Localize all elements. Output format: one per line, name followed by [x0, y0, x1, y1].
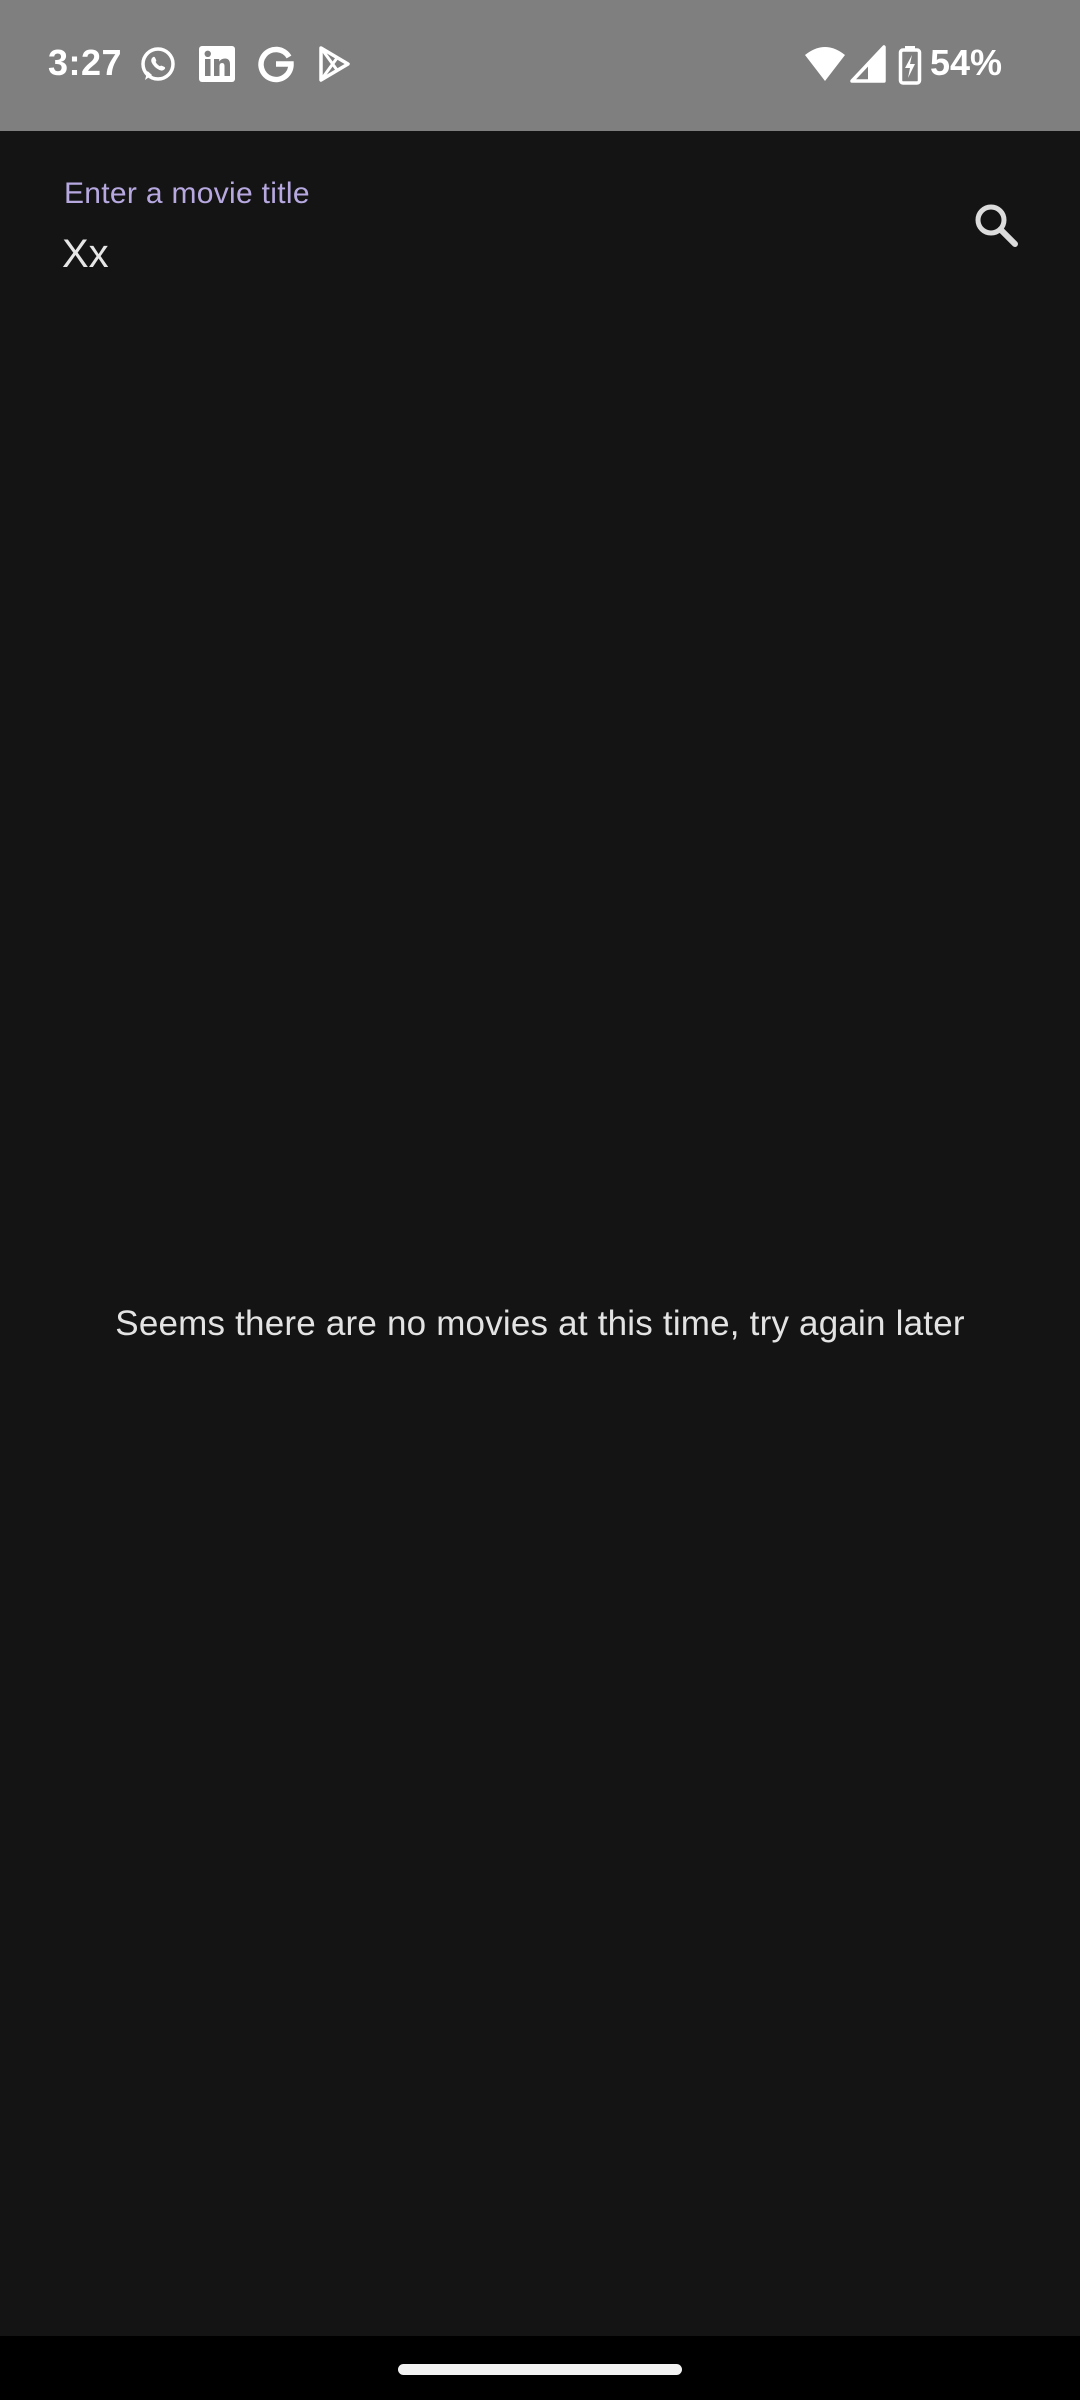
app-screen: 3:27 54% Enter a movie title Xx Seems th…: [0, 0, 1080, 2400]
google-icon: [256, 44, 296, 84]
search-button[interactable]: [956, 187, 1036, 267]
cell-signal-icon: [850, 45, 886, 88]
navigation-bar: [0, 2336, 1080, 2400]
search-bar: Enter a movie title: [0, 131, 1080, 311]
wifi-icon: [803, 45, 847, 88]
search-icon: [971, 200, 1021, 255]
status-bar: 3:27 54%: [0, 0, 1080, 131]
play-store-icon: [314, 44, 354, 84]
battery-charging-icon: [898, 45, 922, 90]
search-input[interactable]: [62, 219, 922, 289]
whatsapp-icon: [138, 44, 178, 84]
linkedin-icon: [197, 44, 237, 84]
status-time: 3:27: [48, 42, 123, 83]
gesture-handle[interactable]: [398, 2364, 682, 2375]
search-label: Enter a movie title: [64, 177, 310, 210]
battery-percent: 54%: [930, 42, 1003, 83]
empty-state-message: Seems there are no movies at this time, …: [115, 1304, 965, 1343]
